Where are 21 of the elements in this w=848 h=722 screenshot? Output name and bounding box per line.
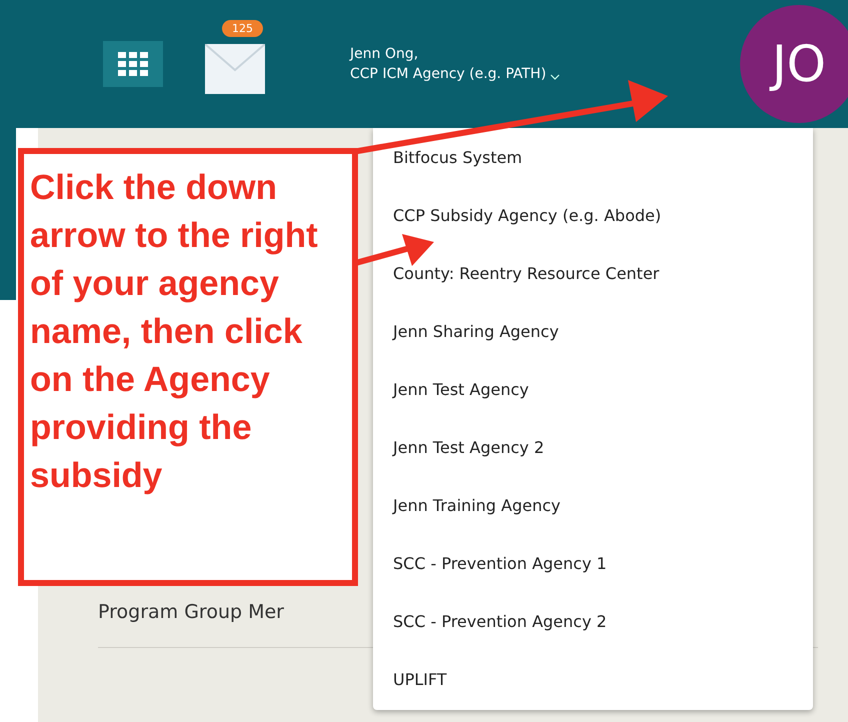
agency-switcher[interactable]: Jenn Ong, CCP ICM Agency (e.g. PATH)	[350, 44, 560, 84]
agency-name: CCP ICM Agency (e.g. PATH)	[350, 65, 546, 84]
notification-badge: 125	[222, 20, 263, 37]
menu-item[interactable]: SCC - Prevention Agency 1	[373, 535, 813, 593]
menu-item[interactable]: UPLIFT	[373, 651, 813, 709]
user-avatar[interactable]: JO	[740, 5, 848, 123]
menu-item[interactable]: County: Reentry Resource Center	[373, 245, 813, 303]
menu-item[interactable]: Jenn Test Agency	[373, 361, 813, 419]
chevron-down-icon	[550, 73, 560, 81]
menu-item[interactable]: SCC - Prevention Agency 2	[373, 593, 813, 651]
apps-grid-button[interactable]	[103, 41, 163, 87]
menu-item[interactable]: CCP Subsidy Agency (e.g. Abode)	[373, 187, 813, 245]
section-label: Program Group Mer	[98, 601, 284, 623]
menu-item[interactable]: Bitfocus System	[373, 129, 813, 187]
envelope-icon	[205, 44, 265, 94]
grid-icon	[118, 52, 148, 76]
menu-item[interactable]: Jenn Training Agency	[373, 477, 813, 535]
user-name: Jenn Ong,	[350, 45, 420, 64]
menu-item[interactable]: Jenn Test Agency 2	[373, 419, 813, 477]
menu-item[interactable]: Jenn Sharing Agency	[373, 303, 813, 361]
callout-text: Click the down arrow to the right of your agency name, then click on the Agency providing the subsidy	[30, 167, 319, 497]
